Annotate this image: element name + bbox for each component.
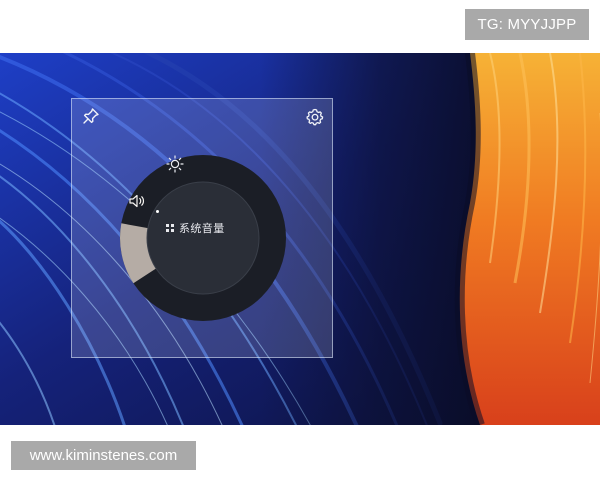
- volume-dial[interactable]: [120, 155, 286, 321]
- website-watermark: www.kiminstenes.com: [11, 441, 196, 470]
- audio-device-selector[interactable]: 系统音量: [166, 218, 225, 238]
- device-label: 系统音量: [179, 222, 225, 235]
- gear-icon[interactable]: [305, 107, 325, 127]
- pin-icon[interactable]: [81, 106, 101, 126]
- grid-icon: [166, 224, 174, 232]
- telegram-watermark: TG: MYYJJPP: [465, 9, 589, 40]
- volume-level-indicator: [156, 210, 159, 213]
- speaker-icon[interactable]: [126, 190, 148, 212]
- sun-icon[interactable]: [164, 153, 186, 175]
